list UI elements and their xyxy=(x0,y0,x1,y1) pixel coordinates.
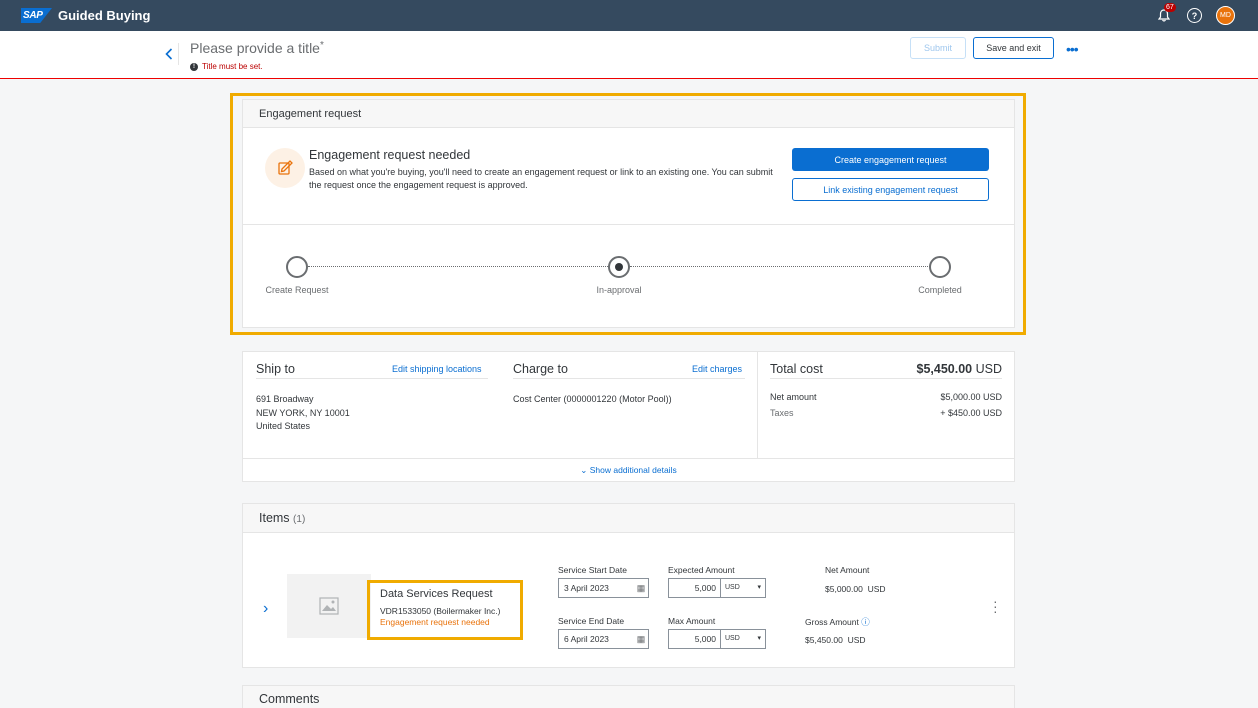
gross-amount-value: $5,450.00 USD xyxy=(805,635,866,645)
divider xyxy=(256,378,488,379)
sap-logo[interactable]: SAP xyxy=(21,8,52,23)
items-count: (1) xyxy=(293,514,306,525)
error-icon: ! xyxy=(190,62,198,71)
max-amount-field[interactable]: 5,000 USD ▾ xyxy=(668,629,766,649)
net-amount-value: $5,000.00 USD xyxy=(940,392,1002,402)
step-completed xyxy=(929,256,951,278)
total-cost-section: Total cost $5,450.00 USD Net amount $5,0… xyxy=(770,352,1002,458)
save-and-exit-button[interactable]: Save and exit xyxy=(973,37,1054,59)
dropdown-arrow-icon: ▾ xyxy=(757,635,761,642)
avatar[interactable]: MD xyxy=(1216,6,1235,25)
address-line: 691 Broadway xyxy=(256,394,314,404)
process-flow: Create Request In-approval Completed xyxy=(243,225,1014,327)
items-title: Items xyxy=(259,511,290,525)
ship-to-title: Ship to xyxy=(256,362,295,376)
address-line: NEW YORK, NY 10001 xyxy=(256,407,350,418)
expected-amount-input[interactable]: 5,000 xyxy=(669,579,721,597)
taxes-label: Taxes xyxy=(770,408,794,418)
notification-count-badge: 67 xyxy=(1164,2,1176,12)
chevron-left-icon xyxy=(165,48,173,60)
items-card: Items (1) › Data Services Request VDR153… xyxy=(242,503,1015,668)
create-engagement-request-button[interactable]: Create engagement request xyxy=(792,148,989,171)
charge-value: Cost Center (0000001220 (Motor Pool)) xyxy=(513,394,672,404)
dropdown-arrow-icon: ▾ xyxy=(757,584,761,591)
back-button[interactable] xyxy=(160,45,178,63)
step-in-approval xyxy=(608,256,630,278)
engagement-title: Engagement request needed xyxy=(309,148,471,162)
taxes-value: + $450.00 USD xyxy=(940,408,1002,418)
calendar-icon[interactable]: ▦ xyxy=(634,634,648,645)
service-start-date-input[interactable]: 3 April 2023 ▦ xyxy=(558,578,649,598)
title-error: ! Title must be set. xyxy=(190,62,263,71)
ship-to-section: Ship to Edit shipping locations 691 Broa… xyxy=(256,352,488,458)
currency-select[interactable]: USD ▾ xyxy=(721,630,765,648)
app-title: Guided Buying xyxy=(58,8,151,23)
address-line: United States xyxy=(256,421,311,431)
step-label: Completed xyxy=(918,285,962,295)
net-amount-label: Net amount xyxy=(770,392,817,402)
divider xyxy=(770,378,1002,379)
max-amount-input[interactable]: 5,000 xyxy=(669,630,721,648)
service-start-label: Service Start Date xyxy=(558,565,627,575)
order-summary-card: Ship to Edit shipping locations 691 Broa… xyxy=(242,351,1015,482)
charge-to-section: Charge to Edit charges Cost Center (0000… xyxy=(513,352,745,458)
step-label: In-approval xyxy=(596,285,642,295)
item-highlight-frame xyxy=(367,580,523,640)
link-engagement-request-button[interactable]: Link existing engagement request xyxy=(792,178,989,201)
more-options-icon[interactable]: ••• xyxy=(1066,41,1079,57)
expected-amount-label: Expected Amount xyxy=(668,565,735,575)
image-placeholder-icon xyxy=(319,597,339,615)
charge-to-title: Charge to xyxy=(513,362,568,376)
max-amount-label: Max Amount xyxy=(668,616,716,626)
calendar-icon[interactable]: ▦ xyxy=(634,583,648,594)
gross-amount-label: Gross Amount ⓘ xyxy=(805,617,870,627)
expand-item-icon[interactable]: › xyxy=(263,600,268,618)
divider xyxy=(178,43,179,65)
submit-button[interactable]: Submit xyxy=(910,37,966,59)
notifications-button[interactable]: 67 xyxy=(1155,2,1176,25)
show-additional-details-link[interactable]: ⌄ Show additional details xyxy=(243,458,1014,482)
total-cost-value: $5,450.00 USD xyxy=(916,362,1003,376)
comments-card: Comments xyxy=(242,685,1015,708)
engagement-section-title: Engagement request xyxy=(243,100,1014,128)
engagement-description: Based on what you're buying, you'll need… xyxy=(309,167,773,190)
items-header: Items (1) xyxy=(243,504,1014,533)
shell-bar: SAP Guided Buying 67 ? MD xyxy=(0,0,1258,31)
expected-amount-field[interactable]: 5,000 USD ▾ xyxy=(668,578,766,598)
required-mark: * xyxy=(319,40,324,51)
divider xyxy=(513,378,745,379)
title-input[interactable]: Please provide a title* xyxy=(190,40,324,56)
page-header: Please provide a title* ! Title must be … xyxy=(0,31,1258,79)
ship-address: 691 Broadway NEW YORK, NY 10001 United S… xyxy=(256,393,350,434)
edit-charges-link[interactable]: Edit charges xyxy=(692,364,742,374)
service-end-label: Service End Date xyxy=(558,616,625,626)
edit-document-icon xyxy=(265,148,305,188)
net-amount-label: Net Amount xyxy=(825,565,870,575)
info-icon: ⓘ xyxy=(861,617,870,627)
divider xyxy=(757,352,758,458)
step-connector xyxy=(630,266,930,267)
help-icon[interactable]: ? xyxy=(1187,8,1202,23)
net-amount-value: $5,000.00 USD xyxy=(825,584,886,594)
currency-select[interactable]: USD ▾ xyxy=(721,579,765,597)
total-cost-title: Total cost xyxy=(770,362,823,376)
title-placeholder: Please provide a title xyxy=(190,40,320,56)
comments-title: Comments xyxy=(243,686,1014,708)
edit-shipping-link[interactable]: Edit shipping locations xyxy=(392,364,482,374)
error-text: Title must be set. xyxy=(202,62,263,71)
engagement-request-card: Engagement request Engagement request ne… xyxy=(242,99,1015,328)
step-connector xyxy=(308,266,608,267)
chevron-down-icon: ⌄ xyxy=(580,465,588,475)
item-image-placeholder xyxy=(287,574,371,638)
step-label: Create Request xyxy=(265,285,329,295)
item-actions-icon[interactable]: · · · xyxy=(993,594,998,618)
service-end-date-input[interactable]: 6 April 2023 ▦ xyxy=(558,629,649,649)
step-create-request xyxy=(286,256,308,278)
